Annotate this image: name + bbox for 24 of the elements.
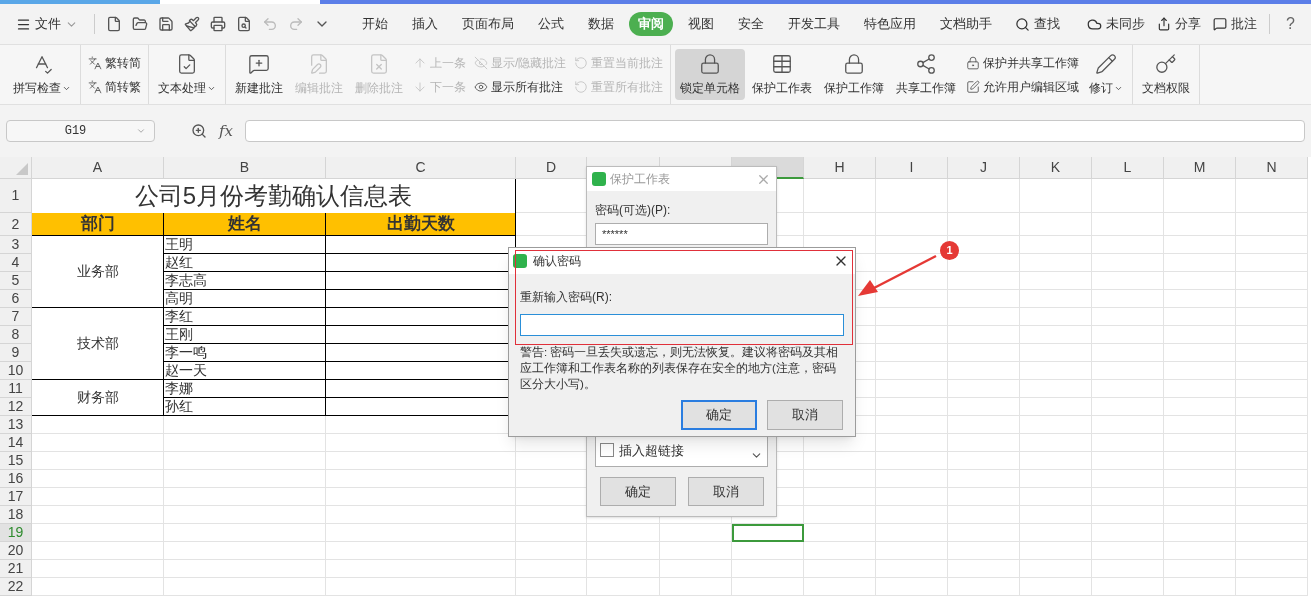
header-cell: 姓名 — [164, 213, 326, 236]
field-label: 重新输入密码(R): — [520, 289, 613, 306]
dialog-title: 确认密码 — [533, 253, 582, 270]
table-cell: 王刚 — [164, 326, 326, 344]
table-cell: 业务部 — [32, 236, 164, 308]
header-cell: 出勤天数 — [326, 213, 516, 236]
fx-label: fx — [219, 120, 233, 142]
table-cell: 技术部 — [32, 308, 164, 380]
field-label: 密码(可选)(P): — [595, 202, 672, 219]
table-cell: 李红 — [164, 308, 326, 326]
table-cell: 赵一天 — [164, 362, 326, 380]
table-cell: 孙红 — [164, 398, 326, 416]
table-cell: 财务部 — [32, 380, 164, 416]
table-cell: 李志高 — [164, 272, 326, 290]
warning-text: 警告: 密码一旦丢失或遗忘，则无法恢复。建议将密码及其相应工作簿和工作表名称的列表保存在安全的地方(注意，密码区分大小写)。 — [520, 345, 840, 392]
table-cell: 李娜 — [164, 380, 326, 398]
step-badge: 1 — [940, 241, 959, 260]
table-cell: 高明 — [164, 290, 326, 308]
table-cell: 赵红 — [164, 254, 326, 272]
sheet-title: 公司5月份考勤确认信息表 — [32, 179, 516, 213]
table-cell: 李一鸣 — [164, 344, 326, 362]
dialog-title: 保护工作表 — [610, 171, 671, 188]
header-cell: 部门 — [32, 213, 164, 236]
table-cell: 王明 — [164, 236, 326, 254]
